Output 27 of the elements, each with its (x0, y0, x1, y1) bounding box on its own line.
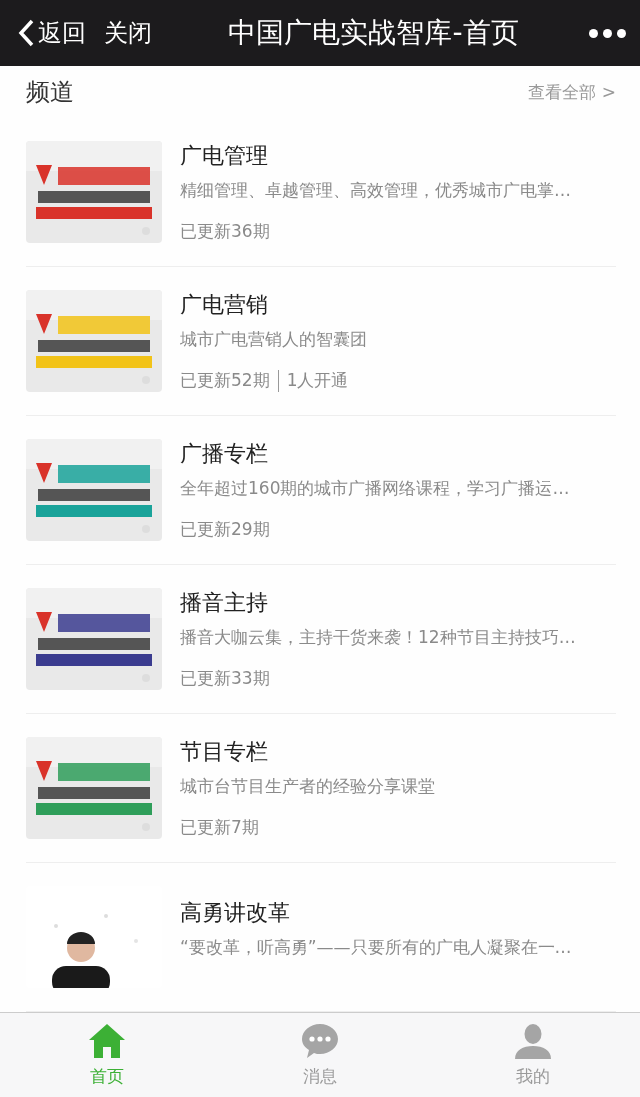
channel-description: 城市广电营销人的智囊团 (180, 328, 367, 351)
channel-name[interactable]: 节目专栏 (180, 737, 435, 767)
channel-meta: 已更新29期 (180, 518, 270, 541)
channel-description: 播音大咖云集，主持干货来袭！12种节目主持技巧… (180, 626, 576, 649)
user-icon (514, 1022, 553, 1059)
channel-name[interactable]: 高勇讲改革 (180, 897, 572, 928)
section-title: 频道 (26, 77, 74, 108)
chat-bubble-icon (301, 1022, 339, 1059)
channel-description: 城市台节目生产者的经验分享课堂 (180, 775, 435, 798)
channel-meta: 已更新7期 (180, 816, 259, 839)
channel-meta: 已更新36期 (180, 220, 270, 243)
channel-name[interactable]: 播音主持 (180, 588, 576, 618)
channel-name[interactable]: 广电管理 (180, 141, 571, 171)
back-icon (18, 19, 34, 47)
home-icon (87, 1022, 126, 1059)
close-button[interactable]: 关闭 (104, 17, 152, 49)
more-icon[interactable] (589, 28, 626, 38)
channel-description: 精细管理、卓越管理、高效管理，优秀城市广电掌… (180, 179, 571, 202)
channel-description: “要改革，听高勇”——只要所有的广电人凝聚在一… (180, 935, 572, 959)
channel-name[interactable]: 广播专栏 (180, 439, 570, 469)
channel-description: 全年超过160期的城市广播网络课程，学习广播运… (180, 477, 570, 500)
back-button[interactable]: 返回 (18, 17, 86, 49)
channel-name[interactable]: 广电营销 (180, 290, 367, 320)
channel-meta: 已更新52期 (180, 369, 270, 392)
window-title: 中国广电实战智库-首页 (227, 15, 520, 51)
channel-meta: 1人开通 (286, 369, 349, 392)
channel-meta: 已更新33期 (180, 667, 270, 690)
